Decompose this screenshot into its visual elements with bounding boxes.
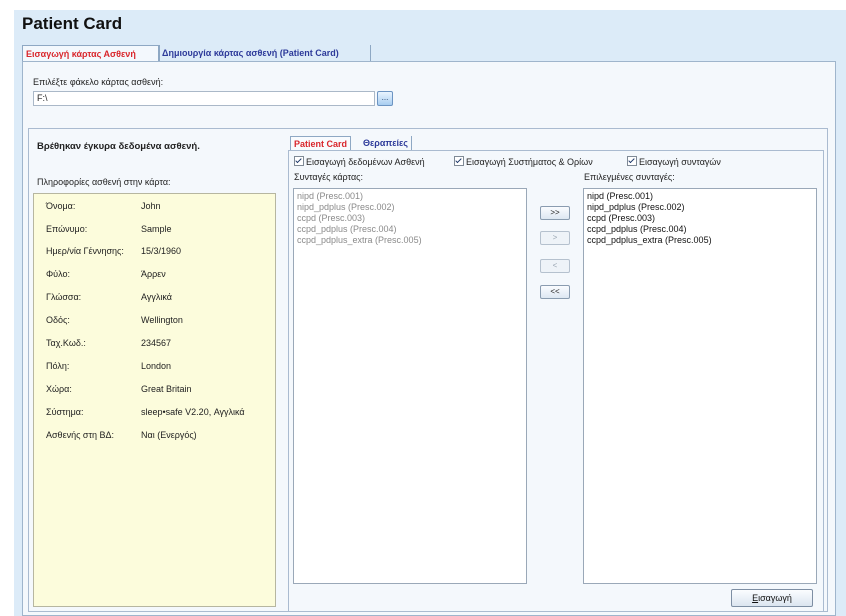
checkbox-checked-icon bbox=[627, 156, 637, 166]
folder-path-input[interactable] bbox=[33, 91, 375, 106]
remove-all-button[interactable]: << bbox=[540, 285, 570, 299]
tab-patient-card[interactable]: Patient Card bbox=[290, 136, 352, 151]
import-prescriptions-checkbox[interactable]: Εισαγωγή συνταγών bbox=[627, 156, 721, 167]
info-key: Χώρα: bbox=[46, 384, 72, 394]
selected-prescriptions-list[interactable]: nipd (Presc.001) nipd_pdplus (Presc.002)… bbox=[583, 188, 817, 584]
info-value: Ναι (Ενεργός) bbox=[141, 430, 197, 440]
info-key: Ταχ.Κωδ.: bbox=[46, 338, 86, 348]
status-message: Βρέθηκαν έγκυρα δεδομένα ασθενή. bbox=[37, 141, 200, 152]
patient-info-box: Όνομα: John Επώνυμο: Sample Ημερ/νία Γέννη… bbox=[33, 193, 276, 607]
list-item[interactable]: ccpd_pdplus (Presc.004) bbox=[587, 224, 813, 235]
list-item[interactable]: ccpd_pdplus (Presc.004) bbox=[297, 224, 523, 235]
patient-info-label: Πληροφορίες ασθενή στην κάρτα: bbox=[37, 177, 171, 187]
list-item[interactable]: ccpd_pdplus_extra (Presc.005) bbox=[297, 235, 523, 246]
selected-prescriptions-label: Επιλεγμένες συνταγές: bbox=[584, 172, 675, 182]
list-item[interactable]: nipd (Presc.001) bbox=[587, 191, 813, 202]
card-prescriptions-list[interactable]: nipd (Presc.001) nipd_pdplus (Presc.002)… bbox=[293, 188, 527, 584]
info-value: sleep•safe V2.20, Αγγλικά bbox=[141, 407, 245, 417]
info-key: Όνομα: bbox=[46, 201, 76, 211]
info-value: London bbox=[141, 361, 172, 371]
add-selected-button[interactable]: > bbox=[540, 231, 570, 245]
browse-folder-button[interactable]: ... bbox=[377, 91, 393, 106]
list-item[interactable]: nipd_pdplus (Presc.002) bbox=[587, 202, 813, 213]
list-item[interactable]: ccpd_pdplus_extra (Presc.005) bbox=[587, 235, 813, 246]
info-key: Ασθενής στη ΒΔ: bbox=[46, 430, 115, 440]
remove-selected-button[interactable]: < bbox=[540, 259, 570, 273]
checkbox-label: Εισαγωγή συνταγών bbox=[639, 157, 721, 167]
info-value: 234567 bbox=[141, 338, 172, 348]
info-value: John bbox=[141, 201, 161, 211]
info-value: Sample bbox=[141, 224, 172, 234]
info-value: Άρρεν bbox=[141, 269, 166, 279]
import-button-label: ισαγωγή bbox=[758, 593, 792, 603]
checkbox-checked-icon bbox=[294, 156, 304, 166]
list-item[interactable]: nipd_pdplus (Presc.002) bbox=[297, 202, 523, 213]
info-key: Φύλο: bbox=[46, 269, 70, 279]
import-system-limits-checkbox[interactable]: Εισαγωγή Συστήματος & Ορίων bbox=[454, 156, 593, 167]
info-value: Great Britain bbox=[141, 384, 192, 394]
info-key: Επώνυμο: bbox=[46, 224, 88, 234]
info-key: Ημερ/νία Γέννησης: bbox=[46, 246, 124, 256]
list-item[interactable]: ccpd (Presc.003) bbox=[297, 213, 523, 224]
info-key: Πόλη: bbox=[46, 361, 70, 371]
tab-create-patient-card[interactable]: Δημιουργία κάρτας ασθενή (Patient Card) bbox=[158, 45, 371, 61]
card-prescriptions-label: Συνταγές κάρτας: bbox=[294, 172, 364, 182]
checkbox-label: Εισαγωγή δεδομένων Ασθενή bbox=[306, 157, 425, 167]
checkbox-label: Εισαγωγή Συστήματος & Ορίων bbox=[466, 157, 593, 167]
tab-therapies[interactable]: Θεραπείες bbox=[360, 136, 412, 150]
folder-label: Επιλέξτε φάκελο κάρτας ασθενή: bbox=[33, 77, 164, 87]
info-key: Οδός: bbox=[46, 315, 70, 325]
page-title: Patient Card bbox=[22, 14, 123, 33]
info-value: Wellington bbox=[141, 315, 183, 325]
info-value: 15/3/1960 bbox=[141, 246, 182, 256]
list-item[interactable]: ccpd (Presc.003) bbox=[587, 213, 813, 224]
tab-import-patient-card[interactable]: Εισαγωγή κάρτας Ασθενή bbox=[22, 45, 160, 62]
list-item[interactable]: nipd (Presc.001) bbox=[297, 191, 523, 202]
checkbox-checked-icon bbox=[454, 156, 464, 166]
info-key: Σύστημα: bbox=[46, 407, 84, 417]
import-patient-data-checkbox[interactable]: Εισαγωγή δεδομένων Ασθενή bbox=[294, 156, 425, 167]
add-all-button[interactable]: >> bbox=[540, 206, 570, 220]
info-key: Γλώσσα: bbox=[46, 292, 82, 302]
info-value: Αγγλικά bbox=[141, 292, 172, 302]
import-button[interactable]: Εισαγωγή bbox=[731, 589, 813, 607]
